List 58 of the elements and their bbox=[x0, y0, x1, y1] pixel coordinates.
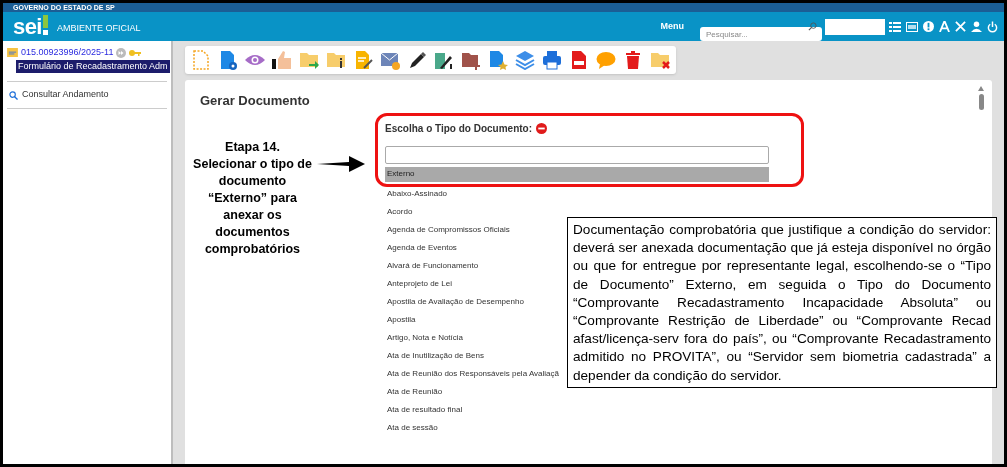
pen-icon[interactable] bbox=[407, 50, 427, 70]
document-type-option[interactable]: Acordo bbox=[385, 202, 415, 221]
thumbs-up-icon[interactable] bbox=[272, 50, 292, 70]
folder-plus-icon[interactable] bbox=[461, 50, 481, 70]
trash-icon[interactable] bbox=[623, 50, 643, 70]
font-icon[interactable] bbox=[939, 21, 950, 32]
process-link[interactable]: 015.00923996/2025-11 bbox=[21, 46, 114, 60]
document-type-option[interactable]: Ata de Reunião bbox=[385, 382, 445, 401]
document-type-option[interactable]: Abaixo-Assinado bbox=[385, 184, 450, 203]
document-type-option[interactable]: Anteprojeto de Lei bbox=[385, 274, 454, 293]
document-type-option[interactable]: Ata de Inutilização de Bens bbox=[385, 346, 486, 365]
alert-icon[interactable] bbox=[923, 21, 934, 32]
page-title: Gerar Documento bbox=[200, 92, 310, 110]
type-input-field[interactable] bbox=[385, 145, 769, 164]
logo-text: sei bbox=[13, 15, 42, 38]
remove-icon[interactable] bbox=[536, 122, 548, 134]
folder-info-icon[interactable] bbox=[326, 50, 346, 70]
document-type-option[interactable]: Apostila de Avaliação de Desempenho bbox=[385, 292, 526, 311]
folder-x-icon[interactable] bbox=[650, 50, 670, 70]
building-pen-icon[interactable] bbox=[434, 50, 454, 70]
document-gear-icon[interactable] bbox=[218, 50, 238, 70]
user-icon[interactable] bbox=[971, 21, 982, 32]
document-type-option[interactable]: Ata de resultado final bbox=[385, 400, 465, 419]
scroll-up-icon[interactable] bbox=[978, 86, 984, 91]
document-type-option[interactable]: Apostila bbox=[385, 310, 418, 329]
document-star-icon[interactable] bbox=[488, 50, 508, 70]
search-icon bbox=[808, 22, 817, 31]
sidebar-item[interactable]: Consultar Andamento bbox=[7, 82, 167, 108]
exclamation-icon bbox=[41, 14, 49, 35]
document-pencil-icon[interactable] bbox=[353, 50, 373, 70]
envelope-at-icon[interactable] bbox=[380, 50, 400, 70]
forward-circle-icon[interactable] bbox=[116, 47, 127, 58]
field-label: Escolha o Tipo do Documento: bbox=[385, 121, 533, 136]
note-annotation: Documentação comprobatória que justifique a condição do servidor: deverá ser anexada documentação que já esteja disponível no órgão ou que for entregue por representante legal, escolhendo-se o “Tipo de Documento” Externo, em seguida o Tipo do Documento “Comprovante Recadastramento Incapacidade Absoluta” ou “Comprovante Restrição de Liberdade” ou “Comprovante Recad afast/licença-serv fora do país”, ou “Comprovante Recadastramento admitido no PROVITA”, ou “Servidor sem biometria cadastrada” a depender da condição do servidor. bbox=[567, 217, 997, 388]
power-icon[interactable] bbox=[987, 20, 998, 33]
document-tree-item[interactable]: Formulário de Recadastramento Adm bbox=[16, 59, 170, 73]
scrollbar-thumb[interactable] bbox=[978, 94, 984, 110]
layers-icon[interactable] bbox=[515, 50, 535, 70]
document-type-option[interactable]: Agenda de Eventos bbox=[385, 238, 459, 257]
environment-label: AMBIENTE OFICIAL bbox=[56, 21, 141, 35]
blank-field[interactable] bbox=[825, 18, 885, 35]
document-type-option[interactable]: Ata de sessão bbox=[385, 418, 440, 437]
numbers-box-icon[interactable] bbox=[906, 21, 918, 32]
document-type-option[interactable]: Alvará de Funcionamento bbox=[385, 256, 481, 275]
pdf-file-icon[interactable] bbox=[569, 50, 589, 70]
document-type-option[interactable]: Ata de Reunião dos Responsáveis pela Avaliaçã bbox=[385, 364, 561, 383]
folder-icon bbox=[7, 48, 18, 58]
search-field[interactable]: Pesquisar... bbox=[700, 27, 822, 41]
list-icon[interactable] bbox=[889, 21, 901, 32]
folder-arrow-icon[interactable] bbox=[299, 50, 319, 70]
document-type-option[interactable]: Agenda de Compromissos Oficiais bbox=[385, 220, 512, 239]
printer-icon[interactable] bbox=[542, 50, 562, 70]
speech-bubble-icon[interactable] bbox=[596, 50, 616, 70]
search-icon bbox=[9, 90, 18, 100]
document-type-option[interactable]: Externo bbox=[385, 166, 769, 182]
step-annotation: Etapa 14. Selecionar o tipo de documento “Externo” para anexar os documentos comprobatórios bbox=[192, 138, 313, 258]
menu-link[interactable]: Menu bbox=[660, 19, 684, 34]
document-type-option[interactable]: Artigo, Nota e Notícia bbox=[385, 328, 466, 347]
